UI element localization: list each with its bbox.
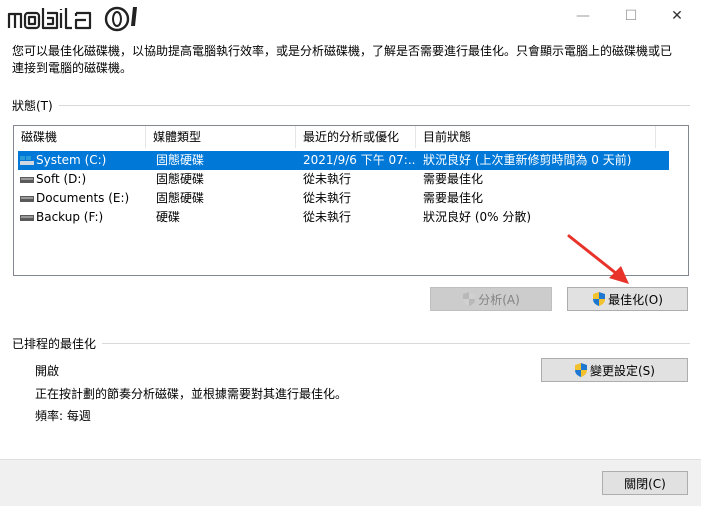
uac-shield-icon	[575, 363, 587, 377]
system-drive-icon	[20, 156, 34, 165]
dialog-footer: 關閉(C)	[0, 459, 701, 506]
column-header-current-status[interactable]: 目前狀態	[416, 126, 656, 148]
drive-name: Soft (D:)	[36, 172, 87, 186]
analyze-button[interactable]: 分析(A)	[430, 287, 552, 311]
schedule-description: 正在按計劃的節奏分析磁碟，並根據需要對其進行最佳化。	[35, 387, 348, 401]
drive-last-run: 從未執行	[303, 210, 352, 224]
column-header-drive[interactable]: 磁碟機	[14, 126, 146, 148]
drive-media: 固態硬碟	[156, 191, 205, 205]
drive-row[interactable]: Backup (F:) 硬碟 從未執行 狀況良好 (0% 分散)	[18, 208, 669, 227]
minimize-button[interactable]: —	[560, 0, 606, 32]
status-divider	[12, 105, 690, 106]
scheduled-group-label: 已排程的最佳化	[12, 335, 103, 352]
drive-media: 固態硬碟	[156, 153, 205, 167]
close-button[interactable]: 關閉(C)	[602, 471, 688, 495]
drive-name: Documents (E:)	[36, 191, 130, 205]
column-header-media-type[interactable]: 媒體類型	[146, 126, 296, 148]
drive-status: 需要最佳化	[423, 191, 484, 205]
drive-icon	[20, 215, 34, 221]
drive-row[interactable]: Documents (E:) 固態硬碟 從未執行 需要最佳化	[18, 189, 669, 208]
drive-row[interactable]: Soft (D:) 固態硬碟 從未執行 需要最佳化	[18, 170, 669, 189]
schedule-frequency: 頻率: 每週	[35, 409, 91, 423]
drive-status: 狀況良好 (上次重新修剪時間為 0 天前)	[423, 153, 632, 167]
mobile01-logo	[7, 6, 137, 32]
drive-icon	[20, 177, 34, 183]
drive-media: 硬碟	[156, 210, 181, 224]
analyze-label: 分析(A)	[478, 292, 520, 307]
drive-name: Backup (F:)	[36, 210, 104, 224]
drive-last-run: 2021/9/6 下午 07:...	[303, 153, 415, 167]
drive-icon	[20, 196, 34, 202]
intro-text: 您可以最佳化磁碟機，以協助提高電腦執行效率，或是分析磁碟機，了解是否需要進行最佳…	[12, 44, 673, 75]
drive-list-header: 磁碟機 媒體類型 最近的分析或優化 目前狀態	[14, 126, 688, 148]
column-header-last-run[interactable]: 最近的分析或優化	[296, 126, 416, 148]
optimize-label: 最佳化(O)	[608, 292, 663, 307]
optimize-button[interactable]: 最佳化(O)	[567, 287, 688, 311]
drive-status: 狀況良好 (0% 分散)	[423, 210, 532, 224]
close-window-button[interactable]: ✕	[654, 0, 700, 32]
drive-last-run: 從未執行	[303, 172, 352, 186]
close-label: 關閉(C)	[624, 476, 666, 491]
drive-name: System (C:)	[36, 153, 107, 167]
change-settings-button[interactable]: 變更設定(S)	[541, 358, 688, 382]
uac-shield-icon	[593, 292, 606, 306]
maximize-button[interactable]: ☐	[608, 0, 654, 32]
schedule-state: 開啟	[35, 364, 60, 378]
drive-row[interactable]: System (C:) 固態硬碟 2021/9/6 下午 07:... 狀況良好…	[18, 151, 669, 170]
status-group-label: 狀態(T)	[12, 97, 59, 114]
uac-shield-icon	[463, 292, 476, 306]
scheduled-divider	[12, 343, 690, 344]
change-settings-label: 變更設定(S)	[590, 363, 655, 378]
drive-last-run: 從未執行	[303, 191, 352, 205]
red-arrow-annotation	[567, 234, 629, 284]
drive-status: 需要最佳化	[423, 172, 484, 186]
title-bar: — ☐ ✕	[0, 0, 701, 36]
drive-media: 固態硬碟	[156, 172, 205, 186]
